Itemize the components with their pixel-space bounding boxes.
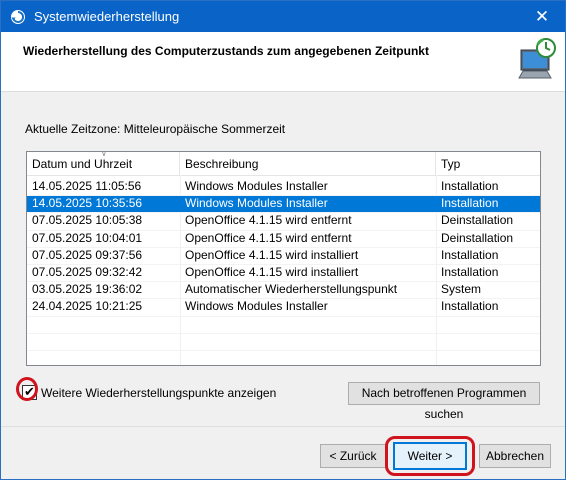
cell-type: Installation xyxy=(441,196,499,211)
cell-type: Installation xyxy=(441,179,499,193)
page-title: Wiederherstellung des Computerzustands z… xyxy=(23,44,429,58)
restore-points-list[interactable]: ∨ Datum und Uhrzeit Beschreibung Typ 14.… xyxy=(26,151,541,366)
row-gridline xyxy=(27,212,540,214)
cell-description: Automatischer Wiederherstellungspunkt xyxy=(185,282,398,297)
column-header-type[interactable]: Typ xyxy=(436,152,540,175)
cell-description: OpenOffice 4.1.15 wird installiert xyxy=(185,265,359,279)
row-gridline xyxy=(27,350,540,351)
close-icon: ✕ xyxy=(534,7,550,26)
table-row[interactable]: 14.05.2025 11:05:56 Windows Modules Insta… xyxy=(27,178,540,195)
system-restore-window: Systemwiederherstellung ✕ Wiederherstell… xyxy=(0,0,566,480)
column-header-description[interactable]: Beschreibung xyxy=(180,152,436,175)
cell-description: Windows Modules Installer xyxy=(185,179,328,193)
row-gridline xyxy=(27,281,540,283)
table-row[interactable]: 07.05.2025 10:05:38 OpenOffice 4.1.15 wir… xyxy=(27,212,540,229)
list-header: ∨ Datum und Uhrzeit Beschreibung Typ xyxy=(27,152,540,176)
header-divider xyxy=(1,91,565,92)
table-row[interactable]: 07.05.2025 09:37:56 OpenOffice 4.1.15 wir… xyxy=(27,247,540,264)
row-gridline xyxy=(27,229,540,231)
sort-ascending-icon: ∨ xyxy=(101,151,107,158)
table-row[interactable]: 07.05.2025 09:32:42 OpenOffice 4.1.15 wir… xyxy=(27,264,540,281)
cancel-button[interactable]: Abbrechen xyxy=(479,444,551,468)
table-row[interactable]: 03.05.2025 19:36:02 Automatischer Wiederh… xyxy=(27,281,540,298)
cell-description: OpenOffice 4.1.15 wird entfernt xyxy=(185,230,352,245)
window-title: Systemwiederherstellung xyxy=(34,9,180,24)
cell-type: Installation xyxy=(441,299,499,314)
more-points-label[interactable]: Weitere Wiederherstellungspunkte anzeige… xyxy=(41,386,276,400)
row-gridline xyxy=(27,315,540,317)
system-restore-icon xyxy=(11,10,25,24)
column-header-date[interactable]: ∨ Datum und Uhrzeit xyxy=(27,152,180,175)
title-bar: Systemwiederherstellung ✕ xyxy=(1,1,565,32)
row-gridline xyxy=(27,332,540,334)
timezone-label: Aktuelle Zeitzone: Mitteleuropäische Som… xyxy=(25,122,286,136)
cell-description: OpenOffice 4.1.15 wird entfernt xyxy=(185,213,352,228)
close-button[interactable]: ✕ xyxy=(519,1,565,32)
cell-date: 07.05.2025 09:37:56 xyxy=(32,247,143,262)
cell-type: Installation xyxy=(441,247,499,262)
cell-type: System xyxy=(441,282,482,297)
cell-date: 24.04.2025 10:21:25 xyxy=(32,299,143,314)
back-button[interactable]: < Zurück xyxy=(320,444,386,468)
table-row-selected[interactable]: 14.05.2025 10:35:56 Windows Modules Insta… xyxy=(27,195,540,213)
cell-description: Windows Modules Installer xyxy=(185,196,328,211)
row-gridline xyxy=(27,264,540,265)
wizard-header: Wiederherstellung des Computerzustands z… xyxy=(1,32,565,91)
table-row[interactable]: 24.04.2025 10:21:25 Windows Modules Insta… xyxy=(27,298,540,315)
restore-computer-icon xyxy=(518,38,556,79)
table-row[interactable]: 07.05.2025 10:04:01 OpenOffice 4.1.15 wir… xyxy=(27,230,540,247)
cell-description: Windows Modules Installer xyxy=(185,299,328,314)
row-gridline xyxy=(27,298,540,300)
cell-date: 14.05.2025 10:35:56 xyxy=(32,196,143,211)
search-affected-programs-button[interactable]: Nach betroffenen Programmen suchen xyxy=(348,382,540,421)
cell-type: Installation xyxy=(441,265,499,279)
cell-description: OpenOffice 4.1.15 wird installiert xyxy=(185,247,359,262)
highlight-ring-next-button xyxy=(385,436,475,476)
cell-date: 14.05.2025 11:05:56 xyxy=(32,179,142,193)
cell-type: Deinstallation xyxy=(441,230,514,245)
cell-date: 03.05.2025 19:36:02 xyxy=(32,282,143,297)
cell-date: 07.05.2025 09:32:42 xyxy=(32,265,143,279)
highlight-ring-checkbox xyxy=(16,377,38,401)
cell-date: 07.05.2025 10:05:38 xyxy=(32,213,143,228)
cell-date: 07.05.2025 10:04:01 xyxy=(32,230,143,245)
row-gridline xyxy=(27,195,540,197)
row-gridline xyxy=(27,246,540,248)
cell-type: Deinstallation xyxy=(441,213,514,228)
